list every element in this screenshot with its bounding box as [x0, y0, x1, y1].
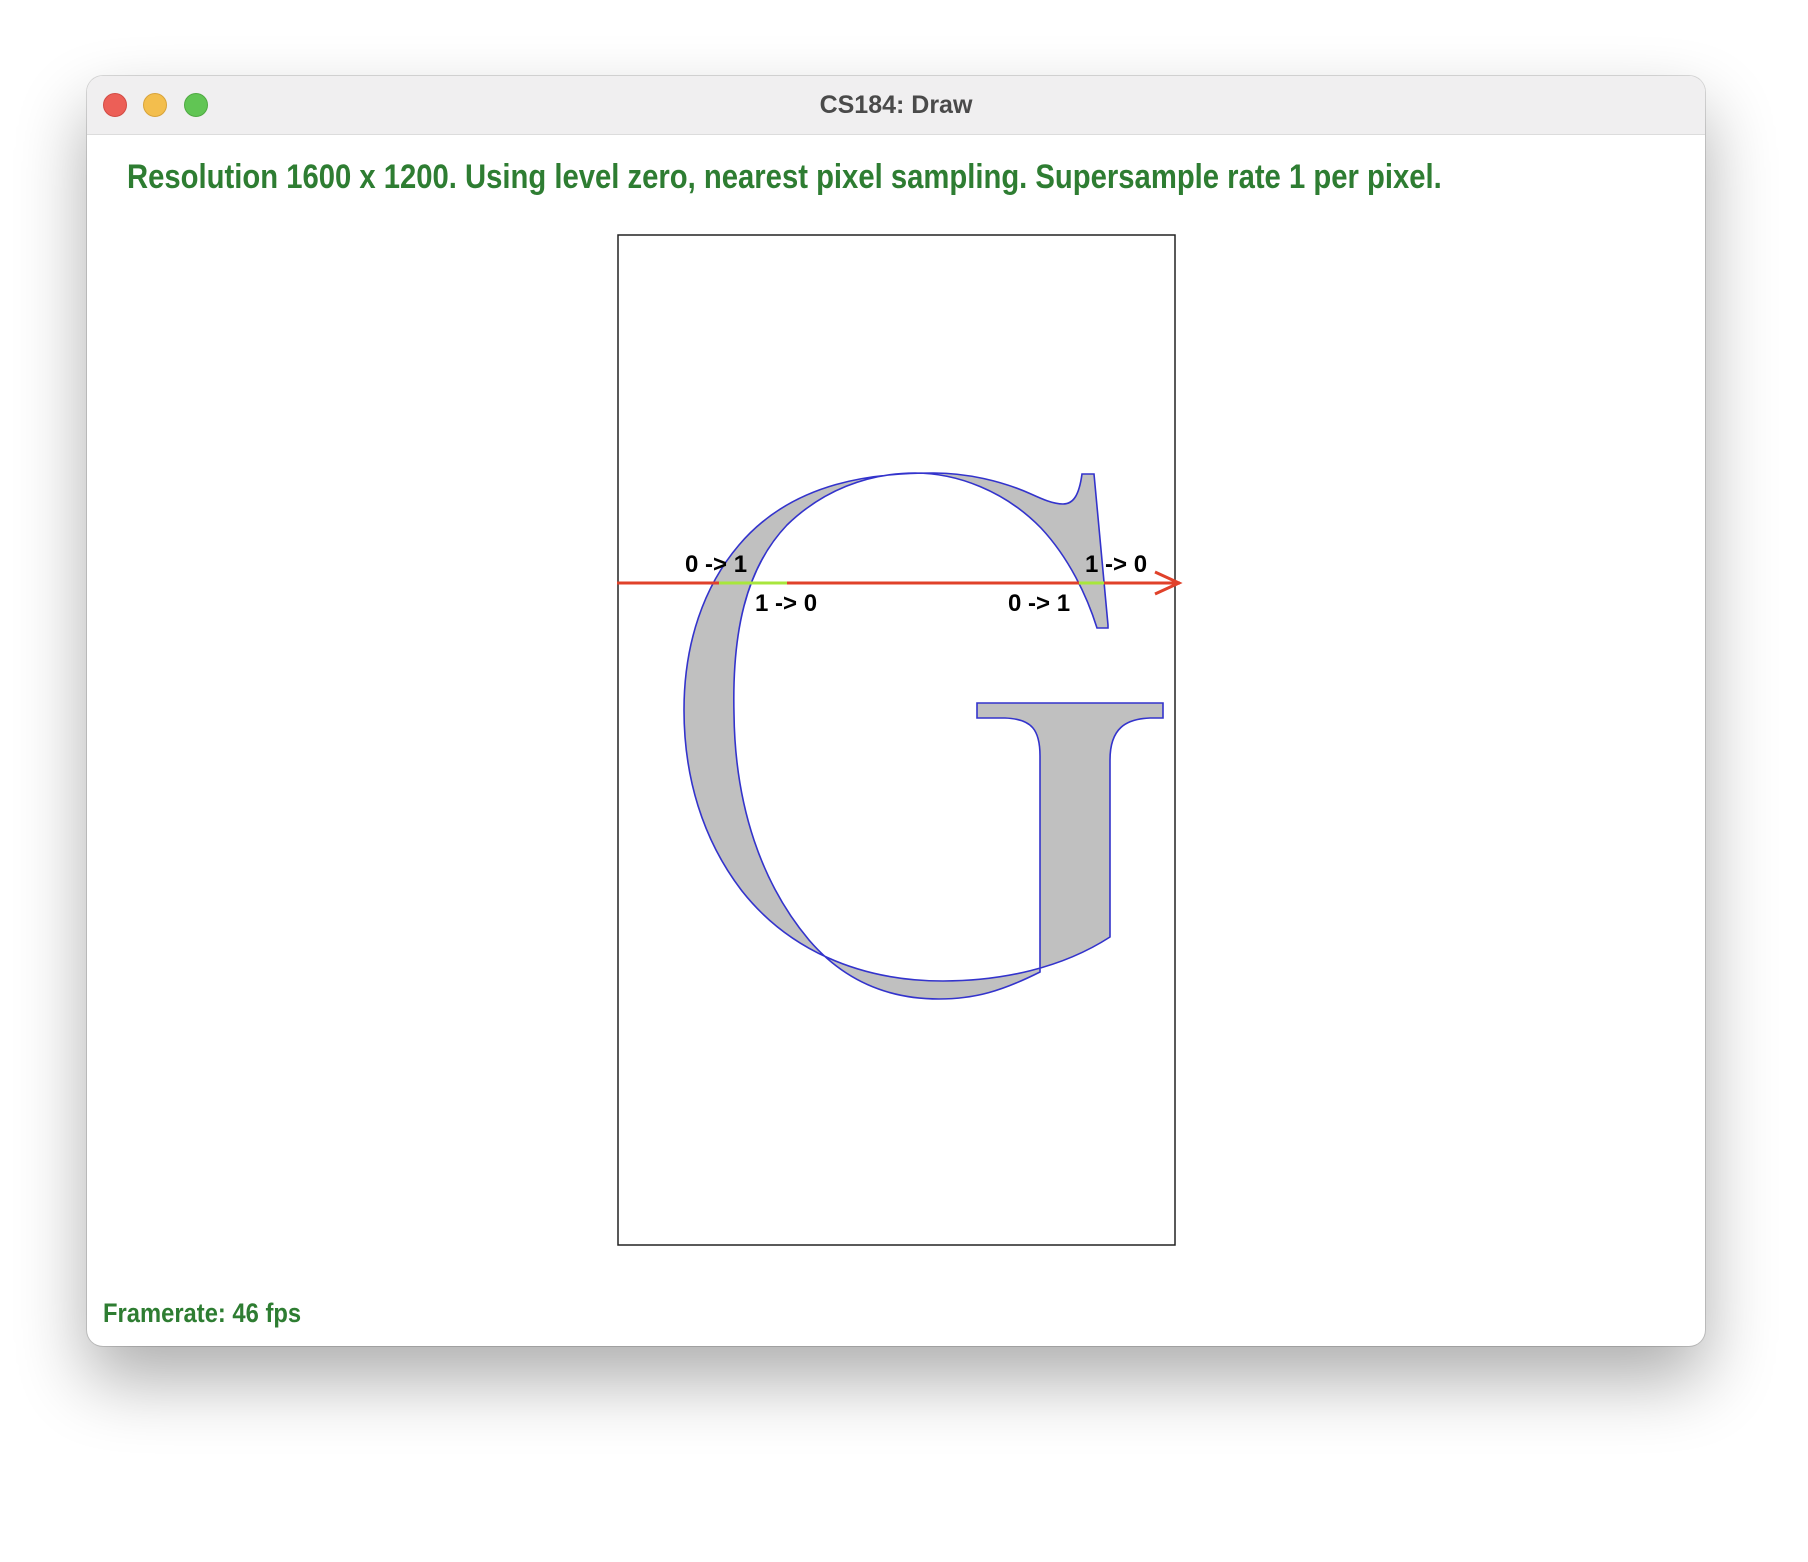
crossing-label: 0 -> 1: [685, 551, 747, 578]
crossing-label: 1 -> 0: [755, 590, 817, 617]
crossing-label: 0 -> 1: [1008, 590, 1070, 617]
framerate-text: Framerate: 46 fps: [103, 1298, 302, 1328]
status-text: Resolution 1600 x 1200. Using level zero…: [127, 158, 1442, 196]
draw-canvas[interactable]: 0 -> 1 1 -> 0 0 -> 1 1 -> 0: [87, 76, 1705, 1346]
app-window: CS184: Draw 0 -> 1 1 -> 0 0 -> 1 1 -> 0 …: [87, 76, 1705, 1346]
crossing-label: 1 -> 0: [1085, 551, 1147, 578]
